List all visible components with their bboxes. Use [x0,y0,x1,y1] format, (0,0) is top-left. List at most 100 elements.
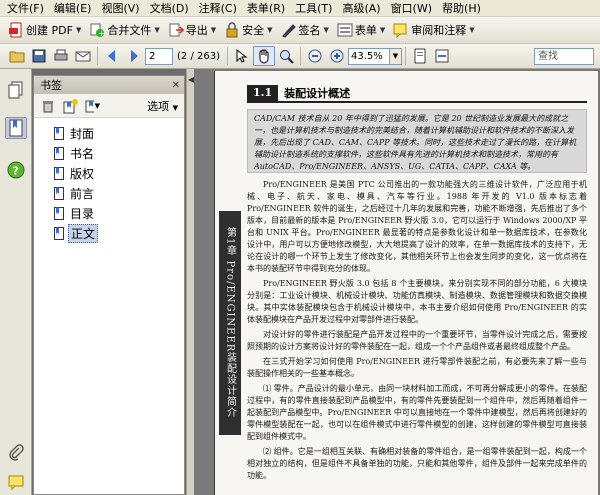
review-comment-label: 审阅和注释 [411,24,467,37]
chapter-side-tab-text: 第1章 Pro/ENGINEER装配设计简介 [224,227,236,419]
bookmarks-panel-title: 书签 [40,79,62,92]
menu-help[interactable]: 帮助(H) [437,0,486,16]
bookmark-label: 版权 [70,166,95,181]
review-comment-button[interactable]: 审阅和注释 ▼ [389,19,478,41]
bookmark-icon [9,119,23,137]
export-icon [168,22,184,38]
fit-width-button[interactable] [431,46,453,66]
combine-files-button[interactable]: + 合并文件 ▼ [85,19,163,41]
body-paragraph: ⑵ 组件。它是一组相互关联、有确相对装备的零件组合，是一组零件装配到一起，构成一… [247,447,587,480]
body-paragraph: ⑴ 零件。产品设计的最小单元，由同一块材料加工而成，不可再分解成更小的零件。在装… [247,384,587,441]
body-paragraph: 在三式开始学习如何使用 Pro/ENGINEER 进行零部件装配之前，有必要先来… [247,357,587,378]
save-icon [32,49,46,63]
menu-comments[interactable]: 注释(C) [194,0,242,16]
combine-files-icon: + [89,22,105,38]
form-icon [337,22,353,38]
text-cursor-icon [236,48,248,63]
zoom-in-icon [330,49,344,63]
section-number: 1.1 [247,85,279,101]
page-number-input[interactable]: 2 [145,47,173,65]
new-bookmark-button[interactable] [62,98,78,114]
previous-page-button[interactable] [101,46,123,66]
zoom-out-icon [308,49,322,63]
sign-button[interactable]: 签名 ▼ [277,19,333,41]
comments-panel-button[interactable] [5,471,27,493]
navigation-pane-strip: ? [0,69,32,495]
menu-file[interactable]: 文件(F) [2,0,49,16]
bookmarks-toolbar: ▼ 选项 ▼ [34,94,184,118]
email-button[interactable] [72,46,94,66]
zoom-out-button[interactable] [304,46,326,66]
fit-page-button[interactable] [409,46,431,66]
select-tool-button[interactable] [231,46,253,66]
document-view[interactable]: 第1章 Pro/ENGINEER装配设计简介 1.1 装配设计概述 CAD/CA… [194,69,600,495]
toolbar-separator [226,47,228,65]
hand-tool-button[interactable] [252,46,275,66]
search-input[interactable]: 查找 [534,48,594,65]
save-button[interactable] [28,46,50,66]
open-button[interactable] [6,46,28,66]
close-icon[interactable]: ✕ [172,80,180,91]
zoom-dropdown-button[interactable]: ▼ [389,47,402,65]
create-pdf-button[interactable]: 创建 PDF ▼ [4,19,85,41]
forms-button[interactable]: 表单 ▼ [333,19,389,41]
zoom-level-input[interactable]: 43.5% [347,47,390,65]
chevron-down-icon: ▼ [154,26,160,34]
trash-icon [43,100,53,112]
menu-advanced[interactable]: 高级(A) [337,0,385,16]
delete-bookmark-button[interactable] [40,98,56,114]
sign-label: 签名 [298,24,321,37]
paperclip-icon [9,444,24,461]
bookmark-label: 目录 [70,206,95,221]
bookmark-item-selected[interactable]: 正文 [34,223,184,243]
svg-text:+: + [98,29,105,38]
chevron-down-icon: ▼ [172,103,178,112]
menu-edit[interactable]: 编辑(E) [49,0,97,16]
secure-button[interactable]: 安全 ▼ [220,19,276,41]
help-icon: ? [7,161,25,179]
page-body-text: Pro/ENGINEER 是美国 PTC 公司推出的一款功能强大的三维设计软件，… [247,179,587,495]
folder-icon [9,51,25,63]
export-button[interactable]: 导出 ▼ [164,19,220,41]
expand-bookmark-button[interactable]: ▼ [84,98,100,114]
bookmark-item[interactable]: 目录 [34,204,184,222]
section-abstract: CAD/CAM 技术自从 20 年中得到了迅猛的发展。它是 20 世纪制造业发展… [247,109,587,173]
bookmark-item[interactable]: 封面 [34,124,184,142]
bookmark-item[interactable]: 前言 [34,184,184,202]
zoom-tool-button[interactable] [275,46,297,66]
bookmark-item[interactable]: 书名 [34,144,184,162]
body-paragraph: Pro/ENGINEER 是美国 PTC 公司推出的一款功能强大的三维设计软件，… [247,180,587,273]
body-paragraph: 对设计好的零件进行装配是产品开发过程中的一个重要环节，当零件设计完成之后，需要按… [247,330,587,351]
bookmark-label: 正文 [68,223,99,243]
help-button[interactable]: ? [5,159,27,181]
next-page-button[interactable] [123,46,145,66]
chevron-down-icon: ▼ [75,26,82,34]
section-heading: 1.1 装配设计概述 [247,85,587,103]
bookmark-options-menu[interactable]: 选项 ▼ [147,98,178,114]
lock-icon [224,22,240,38]
page-count: (2 / 263) [177,50,220,62]
create-pdf-icon [8,22,24,38]
menu-tools[interactable]: 工具(T) [290,0,337,16]
toolbar-separator [404,47,406,65]
bookmarks-panel-button[interactable] [5,117,27,139]
forms-label: 表单 [354,24,377,37]
pages-panel-button[interactable] [5,79,27,101]
menu-window[interactable]: 窗口(W) [386,0,437,16]
panel-splitter[interactable]: ◀ [186,69,194,495]
print-button[interactable] [50,46,72,66]
bookmark-item[interactable]: 版权 [34,164,184,182]
bookmark-options-icon [85,100,94,112]
menu-document[interactable]: 文档(D) [145,0,194,16]
menu-view[interactable]: 视图(V) [96,0,144,16]
chevron-down-icon: ▼ [379,26,386,34]
section-title: 装配设计概述 [284,87,351,100]
zoom-in-button[interactable] [326,46,348,66]
bookmark-icon [54,146,64,160]
bookmark-options-label: 选项 [147,99,170,113]
bookmarks-panel: 书签 ✕ ▼ 选项 ▼ 封面 书名 版权 前言 目录 正文 [33,75,185,495]
pen-icon [281,22,297,38]
menu-forms[interactable]: 表单(R) [242,0,290,16]
bookmark-icon [54,206,64,220]
attachments-panel-button[interactable] [5,441,27,463]
